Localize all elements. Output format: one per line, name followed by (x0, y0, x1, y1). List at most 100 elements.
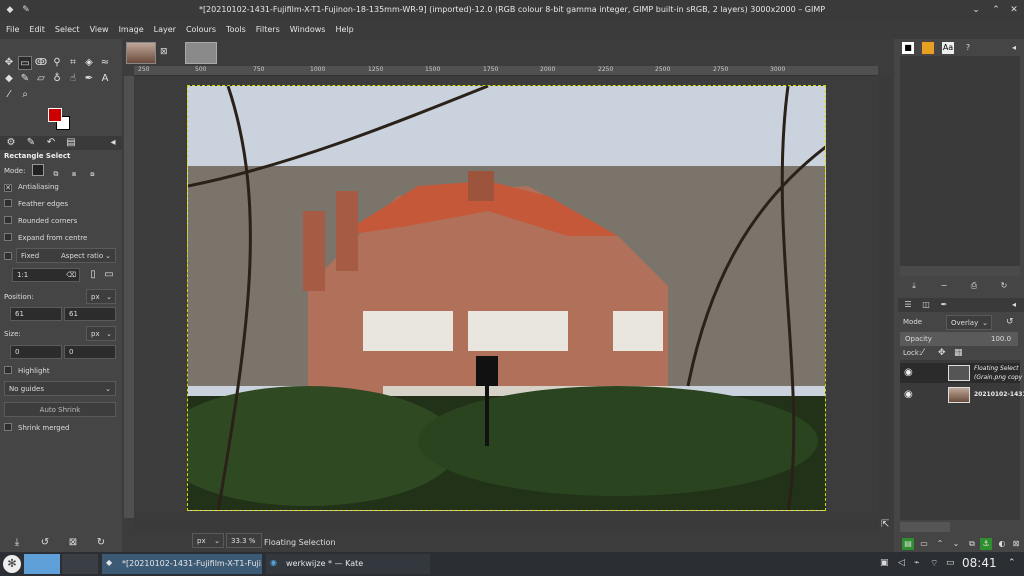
maximize-icon[interactable]: ⌃ (990, 4, 1002, 16)
position-unit-combo[interactable]: px ⌄ (86, 289, 116, 304)
pager-desktop-2[interactable] (62, 554, 98, 574)
mode-intersect-icon[interactable]: ⧇ (86, 170, 98, 182)
panel-menu-icon[interactable]: ◂ (106, 136, 120, 150)
feather-checkbox[interactable] (4, 199, 12, 207)
delete-options-icon[interactable]: ⊠ (66, 536, 80, 550)
brushes-tab-icon[interactable]: ■ (902, 42, 914, 54)
guides-combo[interactable]: No guides ⌄ (4, 381, 116, 396)
new-group-icon[interactable]: ▭ (918, 538, 930, 550)
patterns-tab-icon[interactable] (922, 42, 934, 54)
menu-view[interactable]: View (84, 20, 113, 34)
zoom-tool-icon[interactable]: ⌕ (18, 88, 32, 102)
eraser-icon[interactable]: ▱ (34, 72, 48, 86)
mode-replace-icon[interactable] (31, 164, 44, 176)
warp-tool-icon[interactable]: ≈ (98, 56, 112, 70)
menu-windows[interactable]: Windows (284, 20, 330, 34)
lock-position-icon[interactable]: ✥ (938, 348, 946, 358)
brush-scrollbar[interactable] (900, 266, 1020, 276)
navigate-icon[interactable]: ⇱ (881, 519, 889, 530)
channels-tab-icon[interactable]: ◫ (920, 299, 932, 311)
antialiasing-checkbox[interactable]: ✕ (4, 184, 12, 192)
close-tab-icon[interactable]: ⊠ (160, 47, 168, 57)
crop-tool-icon[interactable]: ⌗ (66, 56, 80, 70)
mute-icon[interactable]: ◁ (898, 558, 905, 568)
highlight-row[interactable]: Highlight (4, 366, 116, 375)
zoom-combo[interactable]: 33.3 % (226, 533, 262, 548)
clone-tool-icon[interactable]: ♁ (50, 72, 64, 86)
layers-tab-icon[interactable]: ☰ (902, 299, 914, 311)
foreground-color-swatch[interactable] (48, 108, 62, 122)
clear-icon[interactable]: ⌫ (66, 271, 76, 279)
portrait-icon[interactable]: ▯ (86, 268, 100, 282)
layer-item-photo[interactable]: ◉ 20210102-1431 (900, 385, 1024, 405)
layers-menu-icon[interactable]: ◂ (1008, 299, 1020, 311)
fonts-tab-icon[interactable]: Aa (942, 42, 954, 54)
rect-select-tool-icon[interactable]: ▭ (18, 56, 32, 70)
image-canvas[interactable] (187, 85, 826, 511)
antialiasing-row[interactable]: ✕ Antialiasing (4, 183, 116, 192)
wifi-icon[interactable]: ⌔ (930, 558, 938, 569)
menu-select[interactable]: Select (49, 20, 84, 34)
mode-switch-icon[interactable]: ↺ (1006, 317, 1014, 327)
lock-pixels-icon[interactable]: ⁄ (922, 348, 924, 358)
brush-list[interactable] (900, 56, 1020, 268)
menu-tools[interactable]: Tools (220, 20, 250, 34)
delete-brush-icon[interactable]: − (938, 280, 950, 292)
minimize-icon[interactable]: ⌄ (970, 4, 982, 16)
shrink-merged-checkbox[interactable] (4, 423, 12, 431)
clipboard-icon[interactable]: ▣ (880, 558, 889, 568)
expand-row[interactable]: Expand from centre (4, 233, 116, 242)
print-brush-icon[interactable]: ⎙ (968, 280, 980, 292)
mode-subtract-icon[interactable]: ⧈ (68, 170, 80, 182)
auto-shrink-button[interactable]: Auto Shrink (4, 402, 116, 417)
feather-row[interactable]: Feather edges (4, 199, 116, 208)
duplicate-layer-icon[interactable]: ⧉ (966, 538, 978, 550)
opacity-slider[interactable]: Opacity 100.0 (900, 332, 1018, 346)
close-window-icon[interactable]: ✕ (1008, 4, 1020, 16)
image-tab-thumbnail[interactable] (126, 42, 156, 64)
task-gimp[interactable]: ◆ *[20210102-1431-Fujifilm-X-T1-Fuji... (102, 554, 262, 574)
rounded-row[interactable]: Rounded corners (4, 216, 116, 225)
layer-item-floating[interactable]: ◉ Floating Select (Grain.png copy (900, 363, 1022, 383)
delete-layer-icon[interactable]: ⊠ (1010, 538, 1022, 550)
menu-edit[interactable]: Edit (23, 20, 49, 34)
new-layer-icon[interactable]: ▤ (902, 538, 914, 550)
raise-layer-icon[interactable]: ⌃ (934, 538, 946, 550)
task-kate[interactable]: ◉ werkwijze * — Kate (266, 554, 430, 574)
fuzzy-select-tool-icon[interactable]: ⚲ (50, 56, 64, 70)
layer-mode-combo[interactable]: Overlay ⌄ (946, 315, 992, 330)
lock-alpha-icon[interactable]: ▦ (954, 348, 963, 358)
unit-combo[interactable]: px ⌄ (192, 533, 224, 548)
position-y-input[interactable]: 61 (64, 307, 116, 321)
dock-menu-icon[interactable]: ◂ (1008, 42, 1020, 54)
battery-icon[interactable]: ▭ (946, 558, 955, 568)
save-options-icon[interactable]: ⤓ (10, 536, 24, 550)
anchor-layer-icon[interactable]: ⚓ (980, 538, 992, 550)
menu-colours[interactable]: Colours (180, 20, 220, 34)
rounded-checkbox[interactable] (4, 216, 12, 224)
pager-desktop-1[interactable] (24, 554, 60, 574)
tray-expand-icon[interactable]: ⌃ (1008, 558, 1016, 568)
tool-options-tab-icon[interactable]: ⚙ (4, 136, 18, 150)
color-picker-icon[interactable]: ⁄ (2, 88, 16, 102)
paths-tab-icon[interactable]: ✒ (938, 299, 950, 311)
ratio-input[interactable]: 1:1 ⌫ (12, 268, 80, 282)
unified-transform-icon[interactable]: ◈ (82, 56, 96, 70)
bucket-fill-icon[interactable]: ◆ (2, 72, 16, 86)
new-brush-icon[interactable]: ⤓ (908, 280, 920, 292)
menu-file[interactable]: File (0, 20, 23, 34)
text-tool-icon[interactable]: A (98, 72, 112, 86)
reset-options-icon[interactable]: ↻ (94, 536, 108, 550)
menu-layer[interactable]: Layer (148, 20, 180, 34)
usb-icon[interactable]: ⌁ (914, 558, 919, 568)
size-w-input[interactable]: 0 (10, 345, 62, 359)
eye-icon[interactable]: ◉ (904, 367, 913, 378)
vertical-scrollbar[interactable] (879, 76, 891, 518)
move-tool-icon[interactable]: ✥ (2, 56, 16, 70)
horizontal-scrollbar[interactable] (134, 519, 879, 531)
layers-scrollbar[interactable] (900, 522, 950, 532)
undo-history-tab-icon[interactable]: ↶ (44, 136, 58, 150)
refresh-brushes-icon[interactable]: ↻ (998, 280, 1010, 292)
help-tab-icon[interactable]: ? (962, 42, 974, 54)
paths-tool-icon[interactable]: ✒ (82, 72, 96, 86)
